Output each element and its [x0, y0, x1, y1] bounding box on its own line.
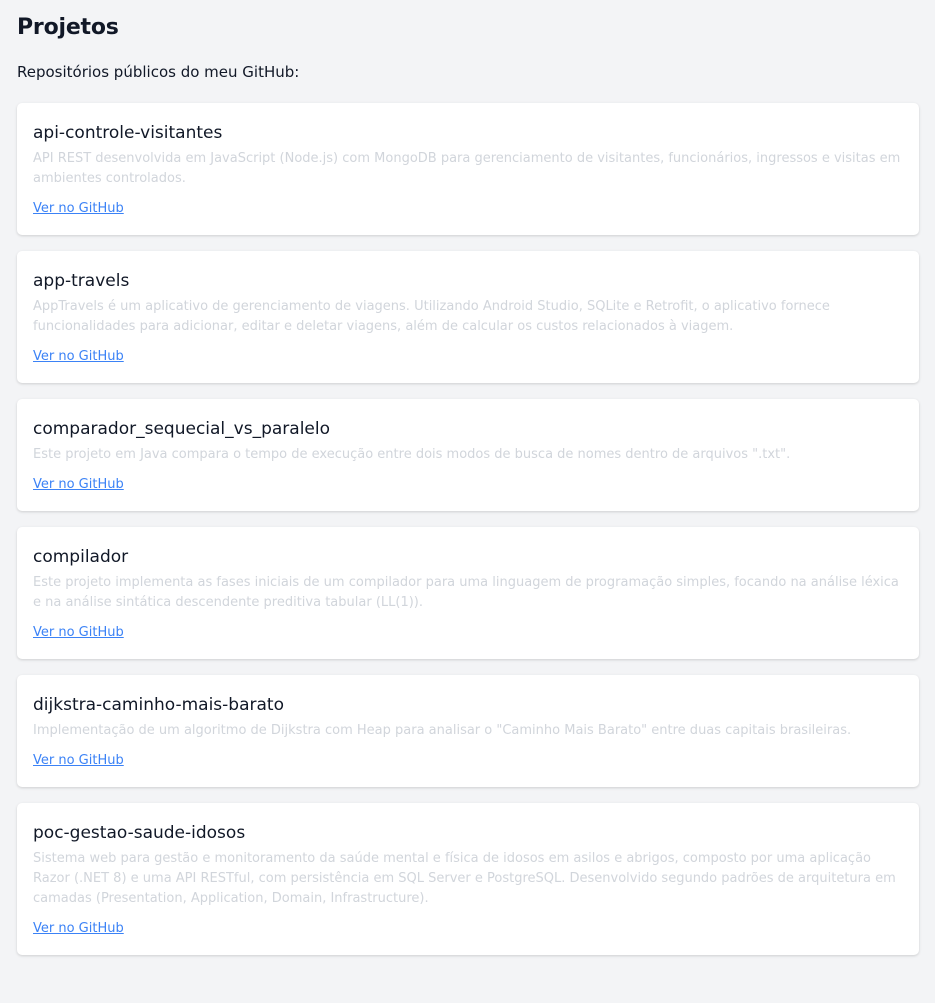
project-description: Este projeto implementa as fases iniciai…: [33, 575, 899, 610]
project-description: API REST desenvolvida em JavaScript (Nod…: [33, 151, 901, 186]
project-description: Implementação de um algoritmo de Dijkstr…: [33, 723, 852, 738]
project-title: api-controle-visitantes: [33, 123, 223, 143]
project-title: dijkstra-caminho-mais-barato: [33, 695, 284, 715]
github-link[interactable]: Ver no GitHub: [33, 751, 124, 771]
project-card-app-travels: app-travels AppTravels é um aplicativo d…: [17, 251, 919, 383]
page-title: Projetos: [17, 15, 119, 40]
project-description: AppTravels é um aplicativo de gerenciame…: [33, 299, 830, 334]
github-link[interactable]: Ver no GitHub: [33, 919, 124, 939]
github-link[interactable]: Ver no GitHub: [33, 623, 124, 643]
project-card-compilador: compilador Este projeto implementa as fa…: [17, 527, 919, 659]
project-description: Sistema web para gestão e monitoramento …: [33, 851, 896, 906]
project-title: poc-gestao-saude-idosos: [33, 823, 246, 843]
projects-page: Projetos Repositórios públicos do meu Gi…: [0, 0, 935, 955]
project-card-dijkstra: dijkstra-caminho-mais-barato Implementaç…: [17, 675, 919, 787]
project-title: comparador_sequecial_vs_paralelo: [33, 419, 330, 439]
github-link[interactable]: Ver no GitHub: [33, 475, 124, 495]
project-card-api-controle-visitantes: api-controle-visitantes API REST desenvo…: [17, 103, 919, 235]
project-title: compilador: [33, 547, 129, 567]
github-link[interactable]: Ver no GitHub: [33, 199, 124, 219]
project-card-comparador: comparador_sequecial_vs_paralelo Este pr…: [17, 399, 919, 511]
project-list: api-controle-visitantes API REST desenvo…: [17, 103, 919, 955]
page-subtitle: Repositórios públicos do meu GitHub:: [17, 63, 300, 81]
project-description: Este projeto em Java compara o tempo de …: [33, 447, 791, 462]
project-card-poc-gestao-saude-idosos: poc-gestao-saude-idosos Sistema web para…: [17, 803, 919, 955]
project-title: app-travels: [33, 271, 130, 291]
github-link[interactable]: Ver no GitHub: [33, 347, 124, 367]
